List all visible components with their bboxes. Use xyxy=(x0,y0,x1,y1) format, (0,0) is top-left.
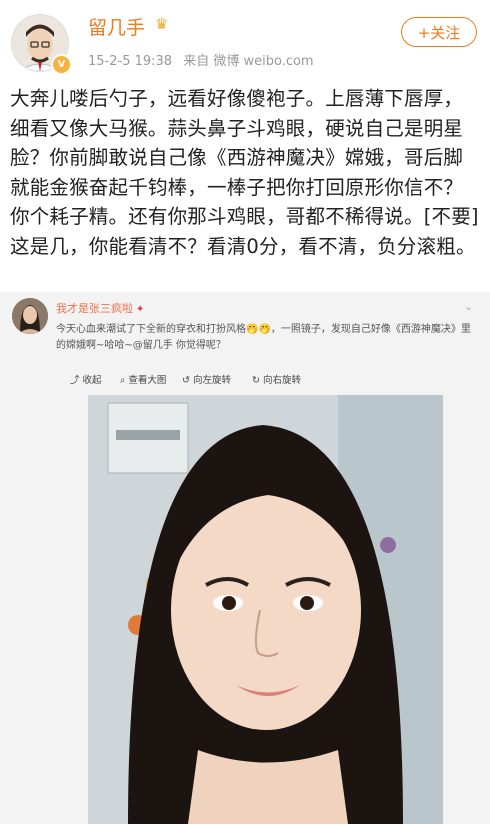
image-toolbar: ⤴ 收起 ⌕ 查看大图 ↺ 向左旋转 ↻ 向右旋转 xyxy=(60,366,465,390)
post-text: 大奔儿喽后勺子，远看好像傻袍子。上唇薄下唇厚，细看又像大马猴。蒜头鼻子斗鸡眼，硬… xyxy=(10,87,479,258)
view-large-button[interactable]: ⌕ 查看大图 xyxy=(120,372,166,386)
quoted-username[interactable]: 我才是张三疯啦 ✦ xyxy=(56,300,144,316)
quoted-photo[interactable] xyxy=(88,395,443,824)
follow-button[interactable]: +关注 xyxy=(401,17,477,47)
rotate-left-button[interactable]: ↺ 向左旋转 xyxy=(182,372,231,386)
username[interactable]: 留几手 xyxy=(88,13,145,40)
rotate-right-button[interactable]: ↻ 向右旋转 xyxy=(252,372,301,386)
quoted-post[interactable]: 我才是张三疯啦 ✦ ⌄ 今天心血来潮试了下全新的穿衣和打扮风格🤭🤭，一照镜子，发现… xyxy=(0,292,490,824)
post-header: V 留几手 ♛ 15-2-5 19:38 来自 微博 weibo.com +关注 xyxy=(0,0,490,80)
quoted-text: 今天心血来潮试了下全新的穿衣和打扮风格🤭🤭，一照镜子，发现自己好像《西游神魔决》… xyxy=(56,324,471,351)
verified-badge-icon: V xyxy=(51,54,72,75)
crown-icon: ♛ xyxy=(155,15,169,33)
quoted-avatar[interactable] xyxy=(12,298,48,334)
post-meta: 15-2-5 19:38 来自 微博 weibo.com xyxy=(88,50,321,69)
post-time: 15-2-5 19:38 xyxy=(88,54,173,69)
collapse-button[interactable]: ⤴ 收起 xyxy=(70,372,102,386)
post-source: 来自 微博 weibo.com xyxy=(183,54,314,69)
chevron-down-icon[interactable]: ⌄ xyxy=(464,300,473,313)
